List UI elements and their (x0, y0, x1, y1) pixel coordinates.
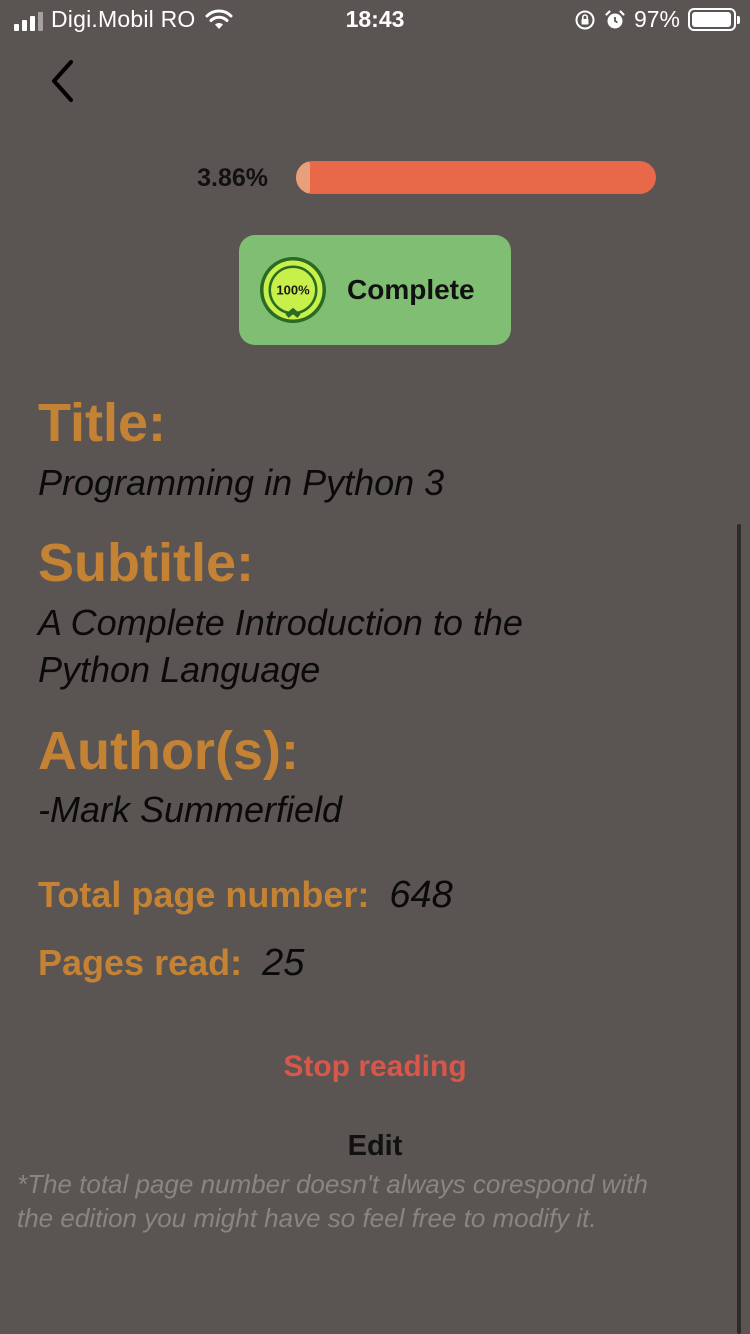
book-detail-screen: Digi.Mobil RO 18:43 97% 3.86% 100% Compl… (0, 0, 750, 1334)
book-subtitle-line-2: Python Language (38, 649, 321, 690)
battery-level-fill (692, 12, 731, 27)
footnote-line-1: *The total page number doesn't always co… (17, 1169, 648, 1199)
progress-fill (296, 161, 310, 194)
back-button[interactable] (40, 56, 84, 106)
complete-100-percent-icon: 100% (260, 257, 326, 323)
orientation-lock-icon (575, 10, 595, 29)
subtitle-heading: Subtitle: (38, 533, 254, 593)
authors-heading: Author(s): (38, 721, 299, 781)
pages-read-value: 25 (262, 942, 305, 984)
total-pages-label: Total page number: (38, 874, 370, 915)
progress-percentage: 3.86% (197, 164, 268, 192)
battery-terminal (737, 16, 740, 24)
pages-read-row: Pages read: 25 (38, 942, 304, 985)
total-pages-value: 648 (389, 874, 453, 916)
reading-progress-bar (296, 161, 656, 194)
chevron-left-icon (52, 60, 73, 102)
status-bar-right: 97% (574, 6, 740, 33)
battery-percentage: 97% (633, 6, 680, 32)
book-title: Programming in Python 3 (38, 462, 445, 503)
complete-icon-text: 100% (276, 283, 310, 298)
edit-button[interactable]: Edit (0, 1130, 750, 1163)
battery-icon (688, 8, 740, 31)
page-count-footnote: *The total page number doesn't always co… (17, 1167, 737, 1235)
total-pages-row: Total page number: 648 (38, 874, 453, 917)
status-bar: Digi.Mobil RO 18:43 97% (0, 0, 750, 40)
alarm-icon (605, 9, 625, 28)
title-heading: Title: (38, 393, 167, 453)
scroll-indicator[interactable] (737, 524, 741, 1334)
pages-read-label: Pages read: (38, 942, 243, 983)
stop-reading-button[interactable]: Stop reading (0, 1050, 750, 1084)
complete-button-label: Complete (347, 274, 475, 305)
footnote-line-2: the edition you might have so feel free … (17, 1203, 597, 1233)
book-subtitle-line-1: A Complete Introduction to the (38, 602, 523, 643)
complete-button[interactable]: 100% Complete (239, 235, 511, 345)
book-author: -Mark Summerfield (38, 789, 343, 830)
